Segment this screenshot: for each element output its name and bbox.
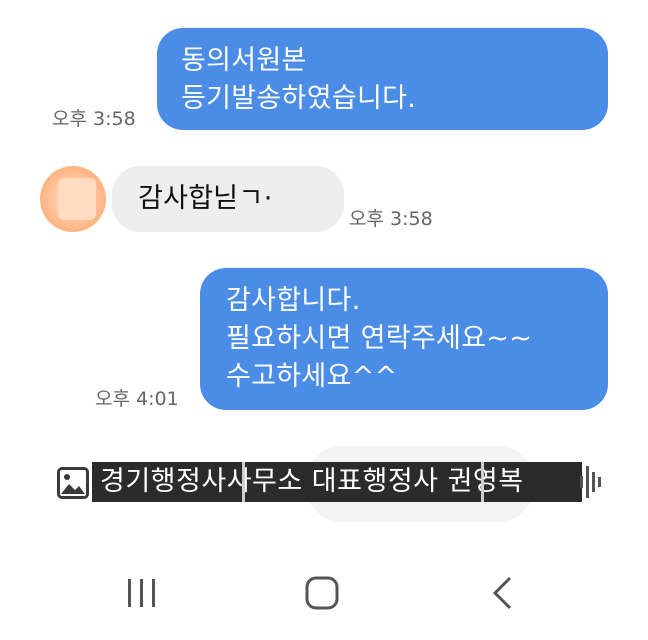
message-text-line: 감사합닏ㄱ· xyxy=(138,183,273,214)
outgoing-message-bubble[interactable]: 감사합니다. 필요하시면 연락주세요~~ 수고하세요^^ xyxy=(200,268,608,410)
recent-apps-icon[interactable] xyxy=(117,568,167,618)
message-timestamp: 오후 4:01 xyxy=(95,388,179,410)
outgoing-message-bubble[interactable]: 동의서원본 등기발송하였습니다. xyxy=(157,28,608,130)
message-timestamp: 오후 3:58 xyxy=(52,108,136,130)
message-text-line: 수고하세요^^ xyxy=(226,361,398,392)
message-text-line: 감사합니다. xyxy=(226,285,361,316)
caption-tick xyxy=(242,462,245,502)
message-text-line: 필요하시면 연락주세요~~ xyxy=(226,323,533,354)
caption-overlay-text: 경기행정사사무소 대표행정사 권영복 xyxy=(100,466,524,497)
message-text-line: 등기발송하였습니다. xyxy=(181,83,417,114)
back-icon[interactable] xyxy=(479,568,529,618)
message-text-line: 동의서원본 xyxy=(181,45,307,76)
home-icon[interactable] xyxy=(297,568,347,618)
waveform-icon xyxy=(580,466,601,498)
incoming-message-bubble[interactable]: 감사합닏ㄱ· xyxy=(112,166,344,232)
image-icon[interactable] xyxy=(56,466,90,500)
caption-tick xyxy=(481,462,484,502)
contact-avatar[interactable] xyxy=(40,166,106,232)
message-timestamp: 오후 3:58 xyxy=(349,208,433,230)
